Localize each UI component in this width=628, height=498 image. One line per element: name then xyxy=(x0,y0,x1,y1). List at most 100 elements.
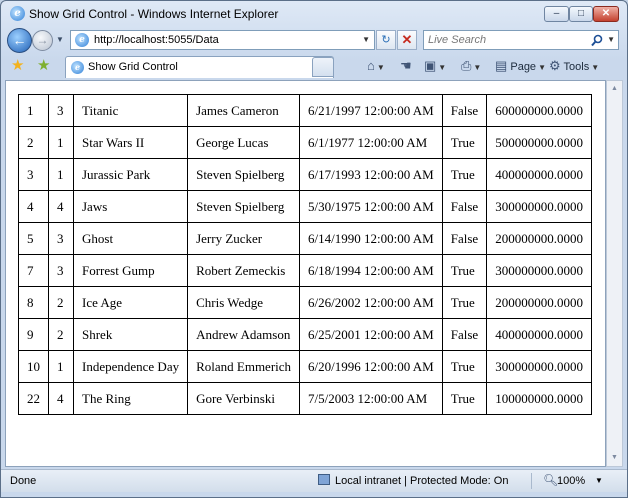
tab-label: Show Grid Control xyxy=(88,61,178,73)
table-cell: James Cameron xyxy=(187,94,301,127)
stop-button[interactable]: ✕ xyxy=(397,30,417,50)
zone-icon xyxy=(318,474,330,485)
table-cell: Jerry Zucker xyxy=(187,222,301,255)
tab-favicon-icon: e xyxy=(71,61,84,74)
table-cell: True xyxy=(441,158,488,191)
table-cell: 1 xyxy=(48,350,74,383)
forward-button[interactable]: → xyxy=(32,30,53,51)
new-tab-button[interactable] xyxy=(312,57,334,77)
search-placeholder: Live Search xyxy=(428,34,487,46)
table-cell: False xyxy=(441,94,488,127)
status-divider xyxy=(531,473,532,489)
table-cell: 1 xyxy=(18,94,49,127)
tab-show-grid-control[interactable]: e Show Grid Control xyxy=(65,56,334,78)
table-row: 1 3 Titanic James Cameron 6/21/1997 12:00:00… xyxy=(18,94,593,127)
status-bar: Done Local intranet | Protected Mode: On… xyxy=(1,469,627,492)
tools-gear-icon: ⚙ xyxy=(549,58,561,73)
search-options-dropdown-icon[interactable]: ▼ xyxy=(607,35,615,44)
table-cell: 5 xyxy=(18,222,49,255)
tab-bar: ★ ★ e Show Grid Control ⌂ ▼ ☚ ▣ ▼ ⎙ ▼ ▤ Pag… xyxy=(1,55,627,79)
table-row: 3 1 Jurassic Park Steven Spielberg 6/17/1993… xyxy=(18,158,593,191)
search-input[interactable]: Live Search ▼ xyxy=(423,30,619,50)
security-zone-text[interactable]: Local intranet | Protected Mode: On xyxy=(335,475,508,487)
zoom-level[interactable]: 100% xyxy=(557,475,585,487)
address-input[interactable]: http://localhost:5055/Data xyxy=(94,34,219,46)
table-cell: 600000000.0000 xyxy=(486,94,593,127)
table-cell: Steven Spielberg xyxy=(187,158,301,191)
recent-pages-dropdown-icon[interactable]: ▼ xyxy=(56,35,64,44)
table-row: 7 3 Forrest Gump Robert Zemeckis 6/18/1994 1… xyxy=(18,254,593,287)
table-cell: 6/14/1990 12:00:00 AM xyxy=(299,222,443,255)
scroll-down-icon[interactable]: ▼ xyxy=(607,450,622,466)
table-cell: Robert Zemeckis xyxy=(187,254,301,287)
table-cell: The Ring xyxy=(72,382,189,415)
table-cell: True xyxy=(441,382,488,415)
table-cell: 6/17/1993 12:00:00 AM xyxy=(299,158,443,191)
navigation-bar: ← → ▼ e http://localhost:5055/Data ▼ ↻ ✕… xyxy=(1,27,627,53)
table-cell: 4 xyxy=(48,190,74,223)
favorites-star-icon[interactable]: ★ xyxy=(11,58,24,74)
table-cell: Ice Age xyxy=(72,286,189,319)
print-button[interactable]: ⎙ ▼ xyxy=(461,57,481,77)
table-cell: Star Wars II xyxy=(72,126,189,159)
address-dropdown-icon[interactable]: ▼ xyxy=(362,35,370,44)
table-cell: 300000000.0000 xyxy=(486,254,593,287)
page-menu[interactable]: ▤ Page ▼ xyxy=(495,57,546,77)
table-cell: 10 xyxy=(18,350,49,383)
table-row: 9 2 Shrek Andrew Adamson 6/25/2001 12:00:00 … xyxy=(18,318,593,351)
print-icon: ⎙ xyxy=(461,58,472,73)
table-row: 5 3 Ghost Jerry Zucker 6/14/1990 12:00:00 AM… xyxy=(18,222,593,255)
close-button[interactable]: ✕ xyxy=(593,6,619,22)
table-cell: 2 xyxy=(48,286,74,319)
table-cell: Jaws xyxy=(72,190,189,223)
page-favicon-icon: e xyxy=(75,33,89,47)
table-cell: 300000000.0000 xyxy=(486,190,593,223)
search-icon[interactable] xyxy=(591,34,603,47)
table-cell: True xyxy=(441,126,488,159)
table-cell: 5/30/1975 12:00:00 AM xyxy=(299,190,443,223)
table-cell: 6/18/1994 12:00:00 AM xyxy=(299,254,443,287)
stop-icon: ✕ xyxy=(401,32,413,47)
table-cell: 6/21/1997 12:00:00 AM xyxy=(299,94,443,127)
table-cell: 6/26/2002 12:00:00 AM xyxy=(299,286,443,319)
table-cell: 200000000.0000 xyxy=(486,286,593,319)
scroll-up-icon[interactable]: ▲ xyxy=(607,81,622,97)
table-cell: 400000000.0000 xyxy=(486,318,593,351)
back-button[interactable]: ← xyxy=(7,28,32,53)
research-button[interactable]: ☚ xyxy=(400,57,412,77)
table-cell: 4 xyxy=(18,190,49,223)
address-bar[interactable]: e http://localhost:5055/Data ▼ xyxy=(70,30,375,50)
status-text: Done xyxy=(10,475,37,487)
table-cell: Titanic xyxy=(72,94,189,127)
table-row: 22 4 The Ring Gore Verbinski 7/5/2003 12:00:… xyxy=(18,382,593,415)
page-icon: ▤ xyxy=(495,58,508,73)
table-cell: False xyxy=(441,222,488,255)
table-cell: False xyxy=(441,190,488,223)
table-cell: Steven Spielberg xyxy=(187,190,301,223)
minimize-button[interactable]: – xyxy=(544,6,569,22)
table-cell: True xyxy=(441,254,488,287)
feeds-button[interactable]: ▣ ▼ xyxy=(424,57,446,77)
table-cell: 100000000.0000 xyxy=(486,382,593,415)
table-cell: 8 xyxy=(18,286,49,319)
add-favorites-icon[interactable]: ★ xyxy=(37,58,50,74)
page-menu-label: Page xyxy=(510,61,537,73)
table-cell: 500000000.0000 xyxy=(486,126,593,159)
table-cell: 200000000.0000 xyxy=(486,222,593,255)
home-button[interactable]: ⌂ ▼ xyxy=(367,57,385,77)
table-cell: 1 xyxy=(48,158,74,191)
window-title: Show Grid Control - Windows Internet Exp… xyxy=(29,7,279,21)
table-cell: Shrek xyxy=(72,318,189,351)
table-cell: 7/5/2003 12:00:00 AM xyxy=(299,382,443,415)
table-cell: 3 xyxy=(48,94,74,127)
table-cell: 22 xyxy=(18,382,49,415)
table-cell: Gore Verbinski xyxy=(187,382,301,415)
table-row: 2 1 Star Wars II George Lucas 6/1/1977 12:00… xyxy=(18,126,593,159)
maximize-button[interactable]: □ xyxy=(569,6,593,22)
zoom-dropdown-icon[interactable]: ▼ xyxy=(595,476,603,485)
table-cell: Roland Emmerich xyxy=(187,350,301,383)
page-content: 1 3 Titanic James Cameron 6/21/1997 12:00:00… xyxy=(5,80,606,467)
tools-menu[interactable]: ⚙ Tools ▼ xyxy=(549,57,599,77)
refresh-button[interactable]: ↻ xyxy=(376,30,396,50)
vertical-scrollbar[interactable]: ▲ ▼ xyxy=(606,80,623,467)
